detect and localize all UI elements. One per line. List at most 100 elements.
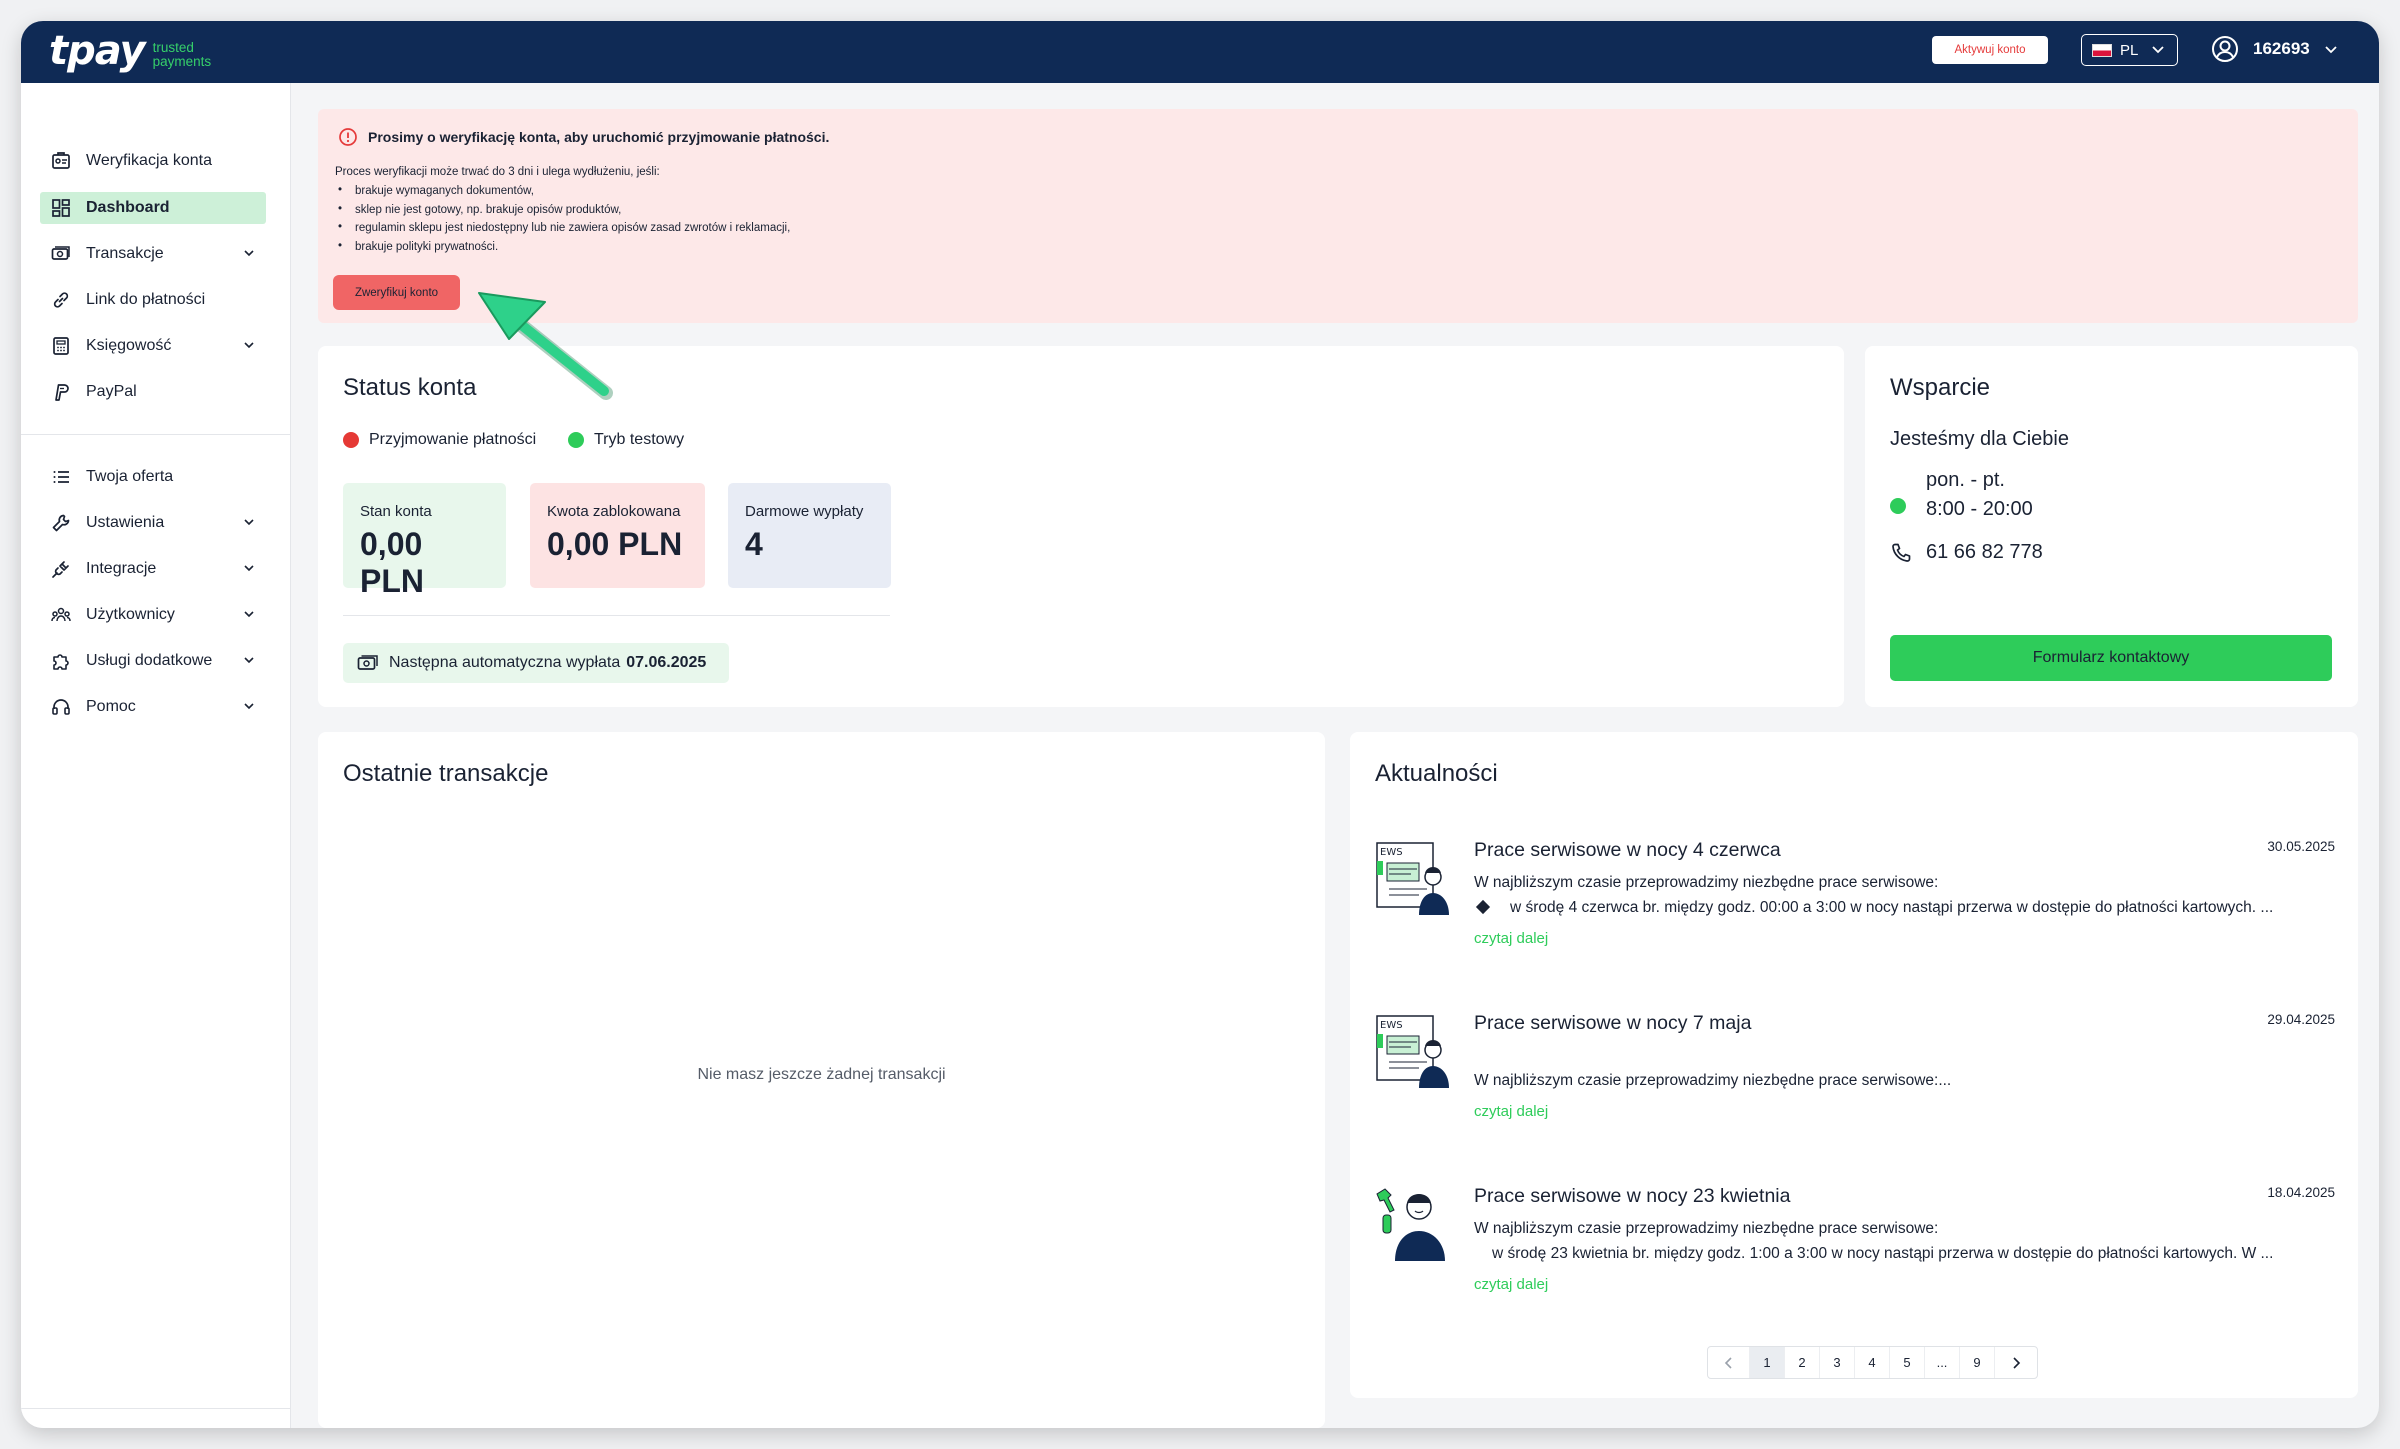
chevron-left-icon xyxy=(1724,1356,1732,1369)
sidebar-item-additional-services[interactable]: Usługi dodatkowe xyxy=(40,645,266,677)
verify-account-button[interactable]: Zweryfikuj konto xyxy=(333,275,460,310)
sidebar-item-label: PayPal xyxy=(86,383,137,400)
sidebar-item-paypal[interactable]: PayPal xyxy=(40,376,266,408)
svg-text:EWS: EWS xyxy=(1380,1020,1403,1031)
news-text-bullet: w środę 4 czerwca br. między godz. 00:00… xyxy=(1474,899,2334,917)
page-button[interactable]: 9 xyxy=(1960,1347,1995,1378)
news-item: EWS Prace serwisowe w nocy 7 maja 29.04.… xyxy=(1375,1012,2335,1122)
sidebar-item-label: Księgowość xyxy=(86,337,172,354)
read-more-link[interactable]: czytaj dalej xyxy=(1474,1276,1548,1293)
tile-label: Darmowe wypłaty xyxy=(745,503,864,520)
free-payouts-tile: Darmowe wypłaty 4 xyxy=(728,483,891,588)
calculator-icon xyxy=(50,335,72,357)
read-more-link[interactable]: czytaj dalej xyxy=(1474,1103,1548,1120)
chevron-down-icon xyxy=(244,342,254,349)
chevron-down-icon xyxy=(244,565,254,572)
news-date: 29.04.2025 xyxy=(2267,1012,2335,1027)
page-button[interactable]: 2 xyxy=(1785,1347,1820,1378)
news-item: Prace serwisowe w nocy 23 kwietnia 18.04… xyxy=(1375,1185,2335,1295)
read-more-link[interactable]: czytaj dalej xyxy=(1474,930,1548,947)
tile-value: 0,00 PLN xyxy=(360,526,424,599)
account-status-card: Status konta Przyjmowanie płatności Tryb… xyxy=(318,346,1844,707)
status-dot-green xyxy=(568,432,584,448)
alert-title: Prosimy o weryfikację konta, aby uruchom… xyxy=(368,129,830,145)
page-button[interactable]: 3 xyxy=(1820,1347,1855,1378)
legend-payments: Przyjmowanie płatności xyxy=(343,431,536,449)
news-date: 30.05.2025 xyxy=(2267,839,2335,854)
user-id: 162693 xyxy=(2253,39,2310,58)
puzzle-icon xyxy=(50,650,72,672)
card-title: Wsparcie xyxy=(1890,374,1991,401)
list-item: regulamin sklepu jest niedostępny lub ni… xyxy=(335,221,790,241)
news-title[interactable]: Prace serwisowe w nocy 4 czerwca xyxy=(1474,839,1781,862)
list-icon xyxy=(50,466,72,488)
app-window: tpay trusted payments Aktywuj konto PL 1… xyxy=(21,21,2379,1428)
page-button[interactable]: 5 xyxy=(1890,1347,1925,1378)
verification-alert: Prosimy o weryfikację konta, aby uruchom… xyxy=(318,109,2358,323)
sidebar-item-transactions[interactable]: Transakcje xyxy=(40,238,266,270)
sidebar-item-label: Transakcje xyxy=(86,245,164,262)
balance-tile: Stan konta 0,00 PLN xyxy=(343,483,506,599)
list-item: brakuje polityki prywatności. xyxy=(335,240,790,260)
payout-date: 07.06.2025 xyxy=(626,654,707,671)
prev-page-button[interactable] xyxy=(1708,1347,1750,1378)
sidebar-item-label: Użytkownicy xyxy=(86,606,175,623)
news-bullet-text: w środę 4 czerwca br. między godz. 00:00… xyxy=(1510,899,2274,916)
sidebar-item-label: Integracje xyxy=(86,560,157,577)
sidebar-item-label: Pomoc xyxy=(86,698,136,715)
sidebar-divider xyxy=(21,434,291,435)
sidebar-item-integrations[interactable]: Integracje xyxy=(40,553,266,585)
support-phone[interactable]: 61 66 82 778 xyxy=(1890,541,2043,564)
sidebar-item-dashboard[interactable]: Dashboard xyxy=(40,192,266,224)
sidebar-item-help[interactable]: Pomoc xyxy=(40,691,266,723)
next-page-button[interactable] xyxy=(1995,1347,2037,1378)
support-hours: pon. - pt. 8:00 - 20:00 xyxy=(1926,466,2033,524)
chevron-down-icon xyxy=(244,250,254,257)
chevron-down-icon xyxy=(2325,45,2337,53)
chevron-down-icon xyxy=(244,703,254,710)
recent-transactions-card: Ostatnie transakcje Nie masz jeszcze żad… xyxy=(318,732,1325,1428)
sidebar-item-payment-link[interactable]: Link do płatności xyxy=(40,284,266,316)
support-time: 8:00 - 20:00 xyxy=(1926,498,2033,520)
payout-label: Następna automatyczna wypłata xyxy=(389,654,621,671)
tile-label: Kwota zablokowana xyxy=(547,503,681,520)
activate-account-button[interactable]: Aktywuj konto xyxy=(1932,36,2048,64)
user-menu[interactable]: 162693 xyxy=(2211,35,2338,63)
tpay-logo[interactable]: tpay trusted payments xyxy=(49,29,211,73)
legend-label: Tryb testowy xyxy=(594,431,685,448)
link-icon xyxy=(50,289,72,311)
sidebar-item-settings[interactable]: Ustawienia xyxy=(40,507,266,539)
logo-wordmark: tpay xyxy=(49,28,146,74)
sidebar-item-verification[interactable]: Weryfikacja konta xyxy=(40,145,266,177)
empty-state-text: Nie masz jeszcze żadnej transakcji xyxy=(697,1066,946,1083)
language-select[interactable]: PL xyxy=(2081,34,2178,66)
alert-reasons-list: brakuje wymaganych dokumentów, sklep nie… xyxy=(335,184,790,260)
sidebar-item-accounting[interactable]: Księgowość xyxy=(40,330,266,362)
online-status-dot xyxy=(1890,498,1906,514)
chevron-down-icon xyxy=(244,611,254,618)
payout-icon xyxy=(357,655,378,670)
sidebar-item-offer[interactable]: Twoja oferta xyxy=(40,461,266,493)
sidebar-item-users[interactable]: Użytkownicy xyxy=(40,599,266,631)
users-icon xyxy=(50,604,72,626)
contact-form-button[interactable]: Formularz kontaktowy xyxy=(1890,635,2332,681)
news-title[interactable]: Prace serwisowe w nocy 23 kwietnia xyxy=(1474,1185,1790,1208)
sidebar-bottom-divider xyxy=(21,1408,291,1409)
news-thumbnail-icon: EWS xyxy=(1376,1015,1449,1088)
paypal-icon xyxy=(50,381,72,403)
chevron-down-icon xyxy=(244,657,254,664)
page-button[interactable]: 4 xyxy=(1855,1347,1890,1378)
card-title: Ostatnie transakcje xyxy=(343,760,549,787)
alert-info-icon xyxy=(339,128,357,146)
news-title[interactable]: Prace serwisowe w nocy 7 maja xyxy=(1474,1012,1751,1035)
sidebar: Weryfikacja konta Dashboard Transakcje L… xyxy=(21,83,291,1428)
legend-test-mode: Tryb testowy xyxy=(568,431,684,449)
page-button[interactable]: 1 xyxy=(1750,1347,1785,1378)
support-subtitle: Jesteśmy dla Ciebie xyxy=(1890,428,2069,450)
legend-label: Przyjmowanie płatności xyxy=(369,431,537,448)
chevron-down-icon xyxy=(2152,46,2164,54)
svg-text:EWS: EWS xyxy=(1380,847,1403,858)
verification-icon xyxy=(50,150,72,172)
blocked-amount-tile: Kwota zablokowana 0,00 PLN xyxy=(530,483,705,588)
sidebar-item-label: Twoja oferta xyxy=(86,468,174,485)
